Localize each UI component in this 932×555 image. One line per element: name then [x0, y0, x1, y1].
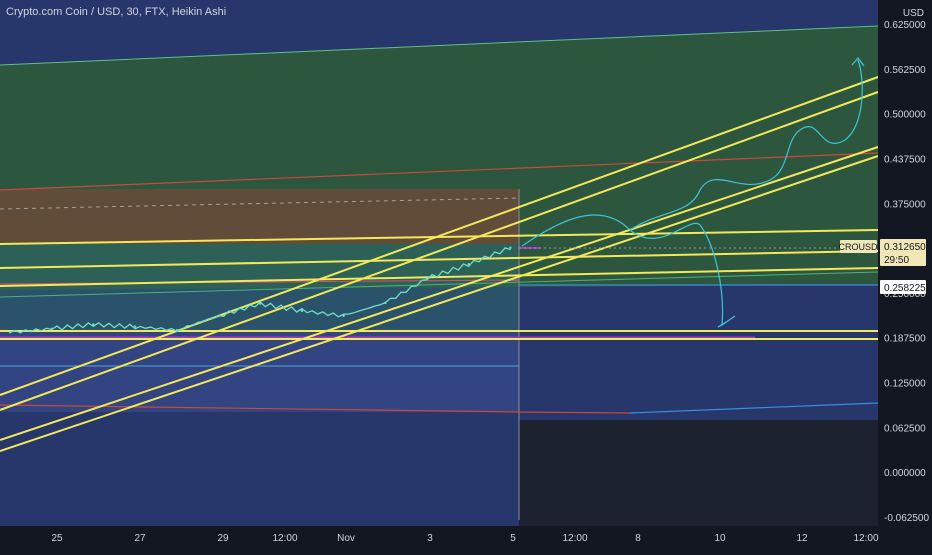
- y-tick-label: 0.000000: [884, 468, 926, 479]
- chart-area[interactable]: 0.625000 0.562500 0.500000 0.437500 0.375000…: [0, 0, 932, 550]
- y-tick-label: 0.062500: [884, 423, 926, 434]
- x-tick-label: 12:00: [562, 533, 587, 544]
- x-tick-label: 27: [134, 533, 146, 544]
- y-tick-label: 0.625000: [884, 20, 926, 31]
- x-tick-label: 25: [51, 533, 63, 544]
- x-tick-label: 12:00: [272, 533, 297, 544]
- price-axis: 0.625000 0.562500 0.500000 0.437500 0.375000…: [878, 0, 932, 550]
- price-point: [50, 327, 53, 330]
- x-tick-label: 3: [427, 533, 433, 544]
- exchange-label: FTX: [144, 6, 166, 18]
- x-tick-label: 5: [510, 533, 516, 544]
- interval-label[interactable]: 30: [126, 6, 138, 18]
- y-tick-label: 0.375000: [884, 199, 926, 210]
- price-point: [509, 246, 512, 249]
- last-price-text: 0.312650: [884, 242, 926, 253]
- price-point: [259, 302, 262, 305]
- x-tick-label: 10: [714, 533, 726, 544]
- chart-style-label[interactable]: Heikin Ashi: [172, 6, 226, 18]
- x-tick-label: 12:00: [853, 533, 878, 544]
- x-tick-label: 8: [635, 533, 641, 544]
- price-point: [342, 314, 345, 318]
- y-tick-label: 0.187500: [884, 334, 926, 345]
- countdown-text: 29:50: [884, 255, 909, 266]
- y-tick-label: 0.500000: [884, 110, 926, 121]
- x-tick-label: 29: [217, 533, 229, 544]
- chart-canvas[interactable]: 0.625000 0.562500 0.500000 0.437500 0.375000…: [0, 0, 932, 550]
- price-point: [384, 301, 387, 305]
- symbol-tag-text: CROUSD: [838, 242, 878, 252]
- x-tick-label: Nov: [337, 533, 355, 544]
- price-point: [425, 277, 429, 280]
- y-tick-label: 0.562500: [884, 65, 926, 76]
- currency-label[interactable]: USD: [903, 8, 924, 19]
- level-price-text: 0.258225: [884, 283, 926, 294]
- price-point: [92, 323, 95, 326]
- y-tick-label: 0.437500: [884, 154, 926, 165]
- teal-zone: [0, 244, 519, 330]
- y-tick-label: -0.062500: [884, 513, 929, 524]
- price-point: [217, 314, 220, 318]
- price-point: [300, 309, 304, 313]
- future-area: [519, 420, 878, 526]
- price-point: [133, 325, 137, 328]
- symbol-name: Crypto.com Coin / USD: [6, 6, 121, 18]
- price-point: [467, 263, 470, 266]
- chart-title: Crypto.com Coin / USD, 30, FTX, Heikin A…: [6, 6, 226, 18]
- price-point: [175, 328, 178, 332]
- lower-box: [0, 330, 519, 412]
- time-axis: 25 27 29 12:00 Nov 3 5 12:00 8 10 12 12:00: [0, 526, 932, 550]
- drawing-zones: [0, 0, 879, 526]
- x-tick-label: 12: [796, 533, 808, 544]
- price-point: [8, 331, 12, 334]
- y-tick-label: 0.125000: [884, 379, 926, 390]
